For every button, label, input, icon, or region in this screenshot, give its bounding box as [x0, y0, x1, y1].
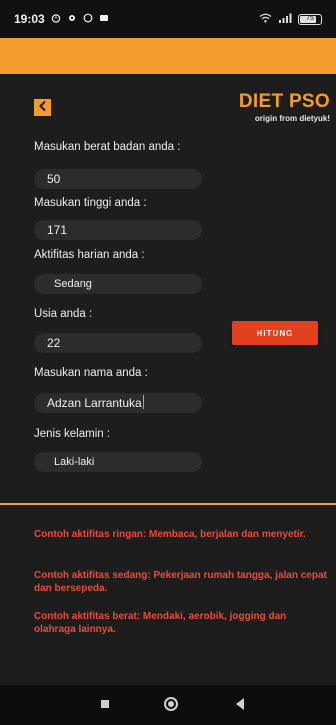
back-triangle-icon[interactable]: [236, 698, 244, 710]
whatsapp-icon: [83, 13, 93, 26]
back-button[interactable]: [34, 99, 51, 116]
weight-label: Masukan berat badan anda :: [34, 141, 181, 153]
age-input[interactable]: 22: [34, 333, 202, 353]
message-icon: [99, 13, 109, 26]
gender-select[interactable]: Laki-laki: [34, 452, 202, 472]
text-cursor: [142, 395, 145, 409]
gender-value: Laki-laki: [54, 456, 95, 468]
height-input[interactable]: 171: [34, 220, 202, 240]
activity-value: Sedang: [54, 278, 92, 290]
note-light-activity: Contoh aktifitas ringan: Membaca, berjal…: [34, 529, 306, 540]
age-value: 22: [47, 336, 61, 350]
chevron-left-icon: [38, 99, 48, 117]
app-title: DIET PSO: [238, 91, 330, 112]
activity-label: Aktifitas harian anda :: [34, 249, 145, 261]
recents-square-icon[interactable]: [101, 700, 109, 708]
height-label: Masukan tinggi anda :: [34, 197, 147, 209]
wifi-icon: [259, 10, 272, 28]
app-bar: [0, 38, 336, 74]
timer-icon: [51, 13, 61, 26]
calculate-button[interactable]: HITUNG: [232, 321, 318, 345]
section-divider: [0, 503, 336, 505]
name-label: Masukan nama anda :: [34, 367, 148, 379]
age-label: Usia anda :: [34, 308, 93, 320]
name-value: Adzan Larrantuka: [47, 396, 142, 410]
note-medium-activity: Contoh aktifitas sedang: Pekerjaan rumah…: [34, 570, 327, 594]
app-subtitle: origin from dietyuk!: [254, 114, 330, 123]
weight-input[interactable]: 50: [34, 169, 202, 189]
gender-label: Jenis kelamin :: [34, 428, 111, 440]
battery-level: 75: [306, 14, 314, 22]
activity-select[interactable]: Sedang: [34, 274, 202, 294]
name-input[interactable]: Adzan Larrantuka: [34, 393, 202, 413]
status-bar: 19:03 75: [0, 0, 336, 38]
height-value: 171: [47, 223, 68, 237]
note-heavy-activity: Contoh aktifitas berat: Mendaki, aerobik…: [34, 611, 287, 635]
battery-icon: 75: [298, 13, 322, 25]
weight-value: 50: [47, 172, 61, 186]
settings-gear-icon: [67, 13, 77, 26]
home-circle-icon[interactable]: [164, 697, 178, 711]
signal-icon: [278, 10, 292, 28]
status-time: 19:03: [14, 12, 45, 26]
